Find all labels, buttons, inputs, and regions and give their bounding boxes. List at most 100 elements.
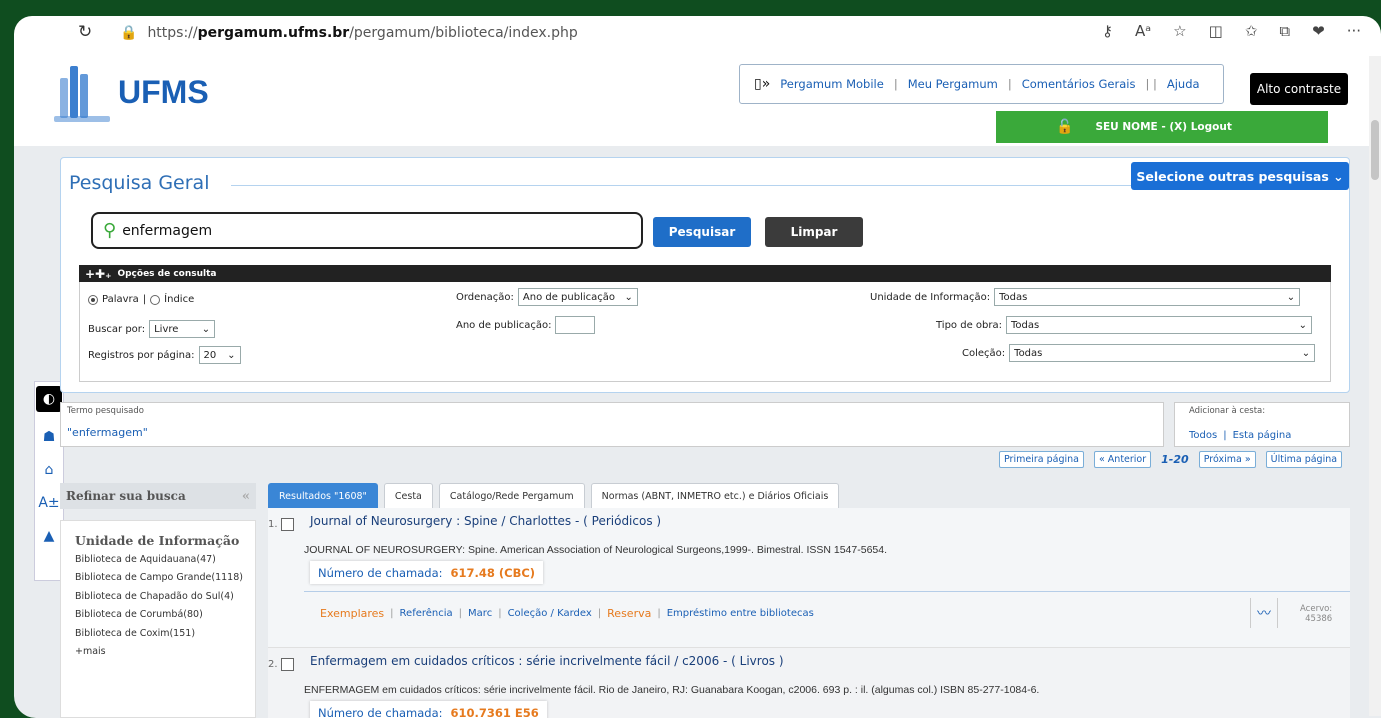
read-aloud-icon[interactable]: Aᵃ: [1135, 22, 1151, 40]
page-scrollbar[interactable]: [1369, 56, 1381, 716]
favorite-star-icon[interactable]: ☆: [1173, 22, 1186, 40]
extension-icon[interactable]: ❤: [1312, 22, 1325, 40]
unidade-label: Unidade de Informação:: [870, 291, 991, 303]
collapse-icon[interactable]: «: [242, 489, 250, 504]
referencia-link[interactable]: Referência: [400, 608, 453, 619]
nav-link-meu-pergamum[interactable]: Meu Pergamum: [908, 77, 998, 91]
ordenacao-label: Ordenação:: [456, 291, 514, 303]
collections-icon[interactable]: ⧉: [1279, 22, 1290, 40]
marc-link[interactable]: Marc: [468, 608, 492, 619]
registros-label: Registros por página:: [88, 349, 195, 361]
first-page-button[interactable]: Primeira página: [999, 451, 1084, 468]
add-to-basket-box: Adicionar à cesta: Todos | Esta página: [1174, 402, 1350, 447]
home-icon[interactable]: ⌂: [45, 462, 54, 478]
address-bar[interactable]: 🔒 https://pergamum.ufms.br/pergamum/bibl…: [120, 20, 1000, 46]
reserva-link[interactable]: Reserva: [607, 607, 651, 620]
refine-header: Refinar sua busca «: [60, 483, 256, 509]
options-title: Opções de consulta: [117, 268, 217, 279]
search-query: enfermagem: [122, 222, 213, 239]
exemplares-link[interactable]: Exemplares: [320, 607, 384, 620]
refine-item[interactable]: Biblioteca de Coxim(151): [75, 628, 249, 639]
emprestimo-link[interactable]: Empréstimo entre bibliotecas: [667, 608, 814, 619]
tab-resultados[interactable]: Resultados "1608": [268, 483, 378, 508]
nav-link-mobile[interactable]: Pergamum Mobile: [780, 77, 884, 91]
ano-label: Ano de publicação:: [456, 319, 552, 331]
result-description: ENFERMAGEM em cuidados críticos: série i…: [304, 684, 1040, 696]
ano-input[interactable]: [555, 316, 596, 334]
options-bar[interactable]: +✚₊ Opções de consulta: [79, 265, 1331, 282]
registros-select[interactable]: 20 ⌄: [198, 346, 241, 364]
result-checkbox[interactable]: [280, 658, 294, 671]
high-contrast-button[interactable]: Alto contraste: [1250, 73, 1348, 105]
logo-text: UFMS: [118, 73, 209, 110]
user-logout-bar[interactable]: 🔓 SEU NOME - (X) Logout: [996, 111, 1328, 143]
favorites-icon[interactable]: ✩: [1245, 22, 1258, 40]
logo-mark-icon: [54, 62, 110, 122]
refine-more-link[interactable]: +mais: [75, 646, 249, 657]
contrast-toggle-icon[interactable]: ◐: [36, 386, 62, 412]
last-page-button[interactable]: Última página: [1265, 451, 1343, 468]
tab-normas[interactable]: Normas (ABNT, INMETRO etc.) e Diários Of…: [590, 483, 840, 508]
lock-icon: 🔒: [120, 25, 138, 41]
basket-page-link[interactable]: Esta página: [1233, 430, 1292, 441]
padlock-icon: 🔓: [1056, 119, 1074, 135]
nav-link-comentarios[interactable]: Comentários Gerais: [1022, 77, 1136, 91]
reload-icon[interactable]: ↻: [78, 22, 92, 42]
refine-item[interactable]: Biblioteca de Aquidauana(47): [75, 554, 249, 565]
ordenacao-select[interactable]: Ano de publicação ⌄: [517, 288, 638, 306]
result-title-link[interactable]: Journal of Neurosurgery : Spine / Charlo…: [310, 514, 661, 528]
tab-catalogo[interactable]: Catálogo/Rede Pergamum: [438, 483, 585, 508]
select-other-searches-button[interactable]: Selecione outras pesquisas ⌄: [1131, 162, 1349, 190]
result-title-link[interactable]: Enfermagem em cuidados críticos : série …: [310, 654, 784, 668]
key-icon[interactable]: ⚷: [1102, 22, 1113, 40]
prev-page-button[interactable]: « Anterior: [1093, 451, 1152, 468]
browser-actions: ⚷ Aᵃ ☆ ◫ ✩ ⧉ ❤ ···: [1102, 22, 1361, 40]
search-input[interactable]: ⚲ enfermagem: [91, 212, 643, 249]
refine-list: Biblioteca de Aquidauana(47) Biblioteca …: [75, 554, 249, 664]
tab-cesta[interactable]: Cesta: [383, 483, 433, 508]
radio-palavra[interactable]: [88, 294, 98, 305]
acervo-info: Acervo: 45386: [1300, 604, 1333, 625]
basket-all-link[interactable]: Todos: [1189, 430, 1217, 441]
result-checkbox[interactable]: [280, 518, 294, 531]
colecao-link[interactable]: Coleção / Kardex: [508, 608, 592, 619]
nav-link-ajuda[interactable]: Ajuda: [1167, 77, 1200, 91]
refine-item[interactable]: Biblioteca de Corumbá(80): [75, 609, 249, 620]
tipo-select[interactable]: Todas ⌄: [1005, 316, 1312, 334]
split-screen-icon[interactable]: ◫: [1209, 22, 1223, 40]
scroll-top-icon[interactable]: ▲: [44, 528, 55, 544]
refine-item[interactable]: Biblioteca de Chapadão do Sul(4): [75, 591, 249, 602]
font-size-icon[interactable]: A±: [38, 495, 59, 511]
more-icon[interactable]: ···: [1347, 22, 1361, 40]
chevron-down-icon: ⌄: [624, 291, 633, 303]
back-arrow-icon[interactable]: ←: [26, 26, 41, 47]
buscar-por-select[interactable]: Livre ⌄: [149, 320, 216, 338]
refine-panel: Unidade de Informação Biblioteca de Aqui…: [60, 520, 256, 718]
options-body: Palavra | Índice Buscar por: Livre ⌄ Regi…: [79, 282, 1331, 382]
result-item: 2. Enfermagem em cuidados críticos : sér…: [268, 647, 1350, 718]
search-term-box: Termo pesquisado "enfermagem": [60, 402, 1164, 447]
next-page-button[interactable]: Próxima »: [1198, 451, 1256, 468]
search-panel: Pesquisa Geral Selecione outras pesquisa…: [60, 157, 1350, 393]
chevron-down-icon: ⌄: [1298, 319, 1307, 331]
refine-section-title: Unidade de Informação: [75, 533, 240, 548]
search-icon: ⚲: [103, 220, 117, 241]
clear-button[interactable]: Limpar: [765, 217, 863, 247]
colecao-select[interactable]: Todas ⌄: [1009, 344, 1316, 362]
result-number: 1.: [268, 519, 278, 530]
refine-item[interactable]: Biblioteca de Campo Grande(1118): [75, 572, 249, 583]
radio-palavra-label: Palavra: [102, 294, 139, 305]
chevron-down-icon: ⌄: [1301, 347, 1311, 359]
results-tabs: Resultados "1608" Cesta Catálogo/Rede Pe…: [268, 483, 840, 508]
logo[interactable]: UFMS: [54, 62, 209, 122]
unidade-select[interactable]: Todas ⌄: [994, 288, 1301, 306]
logout-label: SEU NOME - (X) Logout: [1095, 121, 1232, 133]
pagination: Primeira página « Anterior 1-20 Próxima …: [999, 451, 1343, 468]
tipo-label: Tipo de obra:: [936, 319, 1002, 331]
result-actions: Exemplares | Referência | Marc | Coleção / …: [320, 607, 814, 620]
search-button[interactable]: Pesquisar: [653, 217, 751, 247]
call-number: Número de chamada: 610.7361 E56: [310, 701, 547, 718]
radio-indice[interactable]: [150, 294, 161, 305]
meu-pergamum-icon[interactable]: ☗: [43, 429, 56, 445]
statistics-chart-icon[interactable]: 〰: [1250, 598, 1278, 628]
